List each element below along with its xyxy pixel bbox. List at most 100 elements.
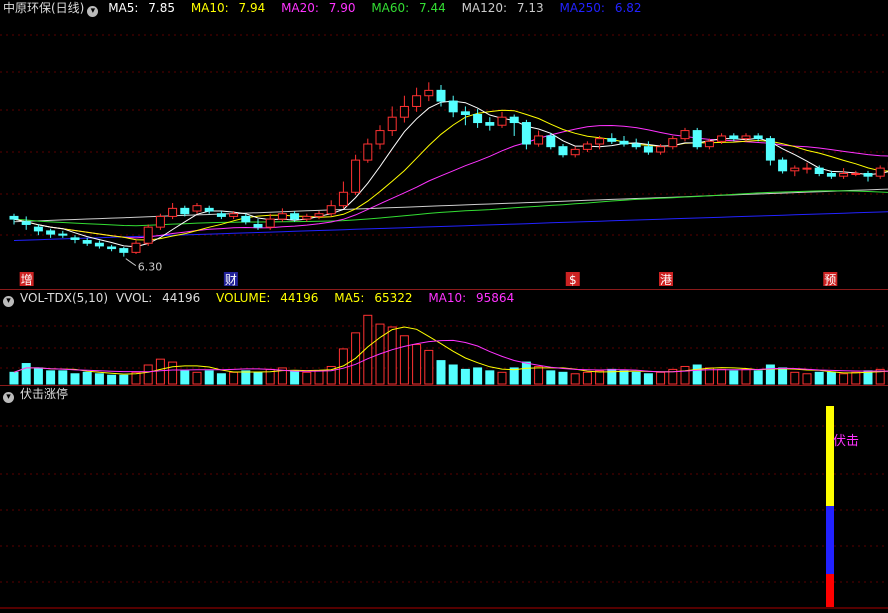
volume-bar — [643, 373, 653, 385]
volume-bar — [839, 373, 849, 385]
ma-item: MA60: 7.44 — [371, 1, 446, 15]
price-panel[interactable]: 8.426.30增财$港预 中原环保(日线)▾ MA5: 7.85 MA10: … — [0, 0, 888, 289]
volume-bar — [558, 371, 568, 385]
volume-panel[interactable]: ▾ VOL-TDX(5,10) VVOL: 44196 VOLUME: 44196… — [0, 289, 888, 386]
volume-bar — [851, 371, 861, 385]
volume-bar — [790, 371, 800, 385]
candle-body — [851, 173, 861, 175]
candle-body — [131, 242, 141, 253]
candle-body — [729, 135, 739, 140]
stock-title[interactable]: 中原环保(日线) — [3, 1, 84, 15]
volume-bar — [424, 349, 434, 385]
event-marker-text: 港 — [660, 273, 672, 287]
candle-body — [290, 213, 300, 220]
volume-bar — [314, 370, 324, 385]
candle-body — [790, 167, 800, 172]
volume-bar — [741, 368, 751, 385]
candle-body — [814, 167, 824, 175]
volume-bar — [399, 335, 409, 385]
candle-body — [107, 246, 117, 250]
volume-bar — [33, 367, 43, 385]
candle-body — [155, 215, 165, 228]
volume-bar — [70, 373, 80, 385]
volume-bar — [631, 371, 641, 385]
candle-body — [558, 146, 568, 156]
dropdown-icon[interactable]: ▾ — [3, 296, 14, 307]
volume-bar — [729, 370, 739, 385]
event-marker-text: 财 — [225, 273, 237, 287]
candle-body — [534, 135, 544, 145]
volume-bar — [21, 363, 31, 385]
candle-body — [424, 89, 434, 97]
candle-body — [460, 111, 470, 116]
ma-item: MA5: 7.85 — [108, 1, 175, 15]
candle-body — [70, 237, 80, 240]
candle-body — [412, 95, 422, 107]
signal-panel[interactable]: ▾ 伏击涨停 伏击 — [0, 385, 888, 613]
candle-body — [765, 138, 775, 161]
candle-body — [485, 122, 495, 126]
dropdown-icon[interactable]: ▾ — [87, 6, 99, 17]
low-price-label: 6.30 — [138, 261, 163, 274]
candle-body — [375, 130, 385, 145]
volume-bar — [497, 371, 507, 385]
candle-body — [192, 205, 202, 212]
ma60-line — [13, 190, 888, 227]
signal-label: 伏击 — [833, 434, 860, 449]
volume-bar — [802, 373, 812, 385]
candle-body — [656, 146, 666, 153]
candle-body — [863, 173, 873, 177]
candle-body — [21, 221, 31, 225]
volume-bar — [180, 370, 190, 385]
candle-body — [277, 213, 287, 220]
volume-bar — [387, 326, 397, 385]
ma10-line — [13, 109, 888, 241]
candle-body — [839, 173, 849, 177]
ma-item: MA20: 7.90 — [281, 1, 356, 15]
candle-body — [692, 130, 702, 148]
volume-bar — [692, 364, 702, 385]
candle-body — [753, 135, 763, 140]
volume-bar — [473, 367, 483, 385]
ma-item: MA250: 6.82 — [559, 1, 642, 15]
candle-body — [94, 242, 104, 247]
volume-bar — [216, 373, 226, 385]
volume-bar — [485, 370, 495, 385]
candle-body — [546, 135, 556, 148]
volume-bar — [546, 370, 556, 385]
candle-body — [473, 114, 483, 124]
candle-body — [168, 207, 178, 217]
price-chart[interactable]: 8.426.30增财$港预 — [0, 0, 888, 289]
dropdown-icon[interactable]: ▾ — [3, 392, 14, 403]
volume-bar — [436, 360, 446, 385]
candle-body — [33, 226, 43, 232]
candle-body — [180, 207, 190, 215]
candle-body — [326, 205, 336, 215]
volume-bar — [765, 364, 775, 385]
candle-body — [826, 173, 836, 177]
volume-bar — [582, 371, 592, 385]
candle-body — [595, 138, 605, 145]
volume-bar — [534, 365, 544, 385]
volume-bar — [82, 371, 92, 385]
event-marker-text: 预 — [824, 273, 836, 287]
volume-header: ▾ VOL-TDX(5,10) VVOL: 44196 VOLUME: 44196… — [0, 290, 526, 307]
volume-bar — [192, 371, 202, 385]
volume-bar — [143, 364, 153, 385]
candle-body — [704, 140, 714, 148]
signal-chart[interactable] — [0, 386, 888, 613]
candle-body — [204, 207, 214, 212]
volume-bar — [619, 370, 629, 385]
ma120-line — [13, 188, 888, 223]
candle-body — [448, 100, 458, 113]
volume-bar — [570, 373, 580, 385]
vol-item: MA5: 65322 — [334, 291, 413, 305]
candle-body — [363, 143, 373, 161]
vol-item: MA10: 95864 — [428, 291, 515, 305]
volume-bar — [155, 358, 165, 385]
candle-body — [314, 213, 324, 217]
volume-bar — [656, 371, 666, 385]
vol-item: VVOL: 44196 — [115, 291, 201, 305]
candle-body — [253, 223, 263, 228]
signal-header: ▾ 伏击涨停 — [0, 386, 74, 403]
